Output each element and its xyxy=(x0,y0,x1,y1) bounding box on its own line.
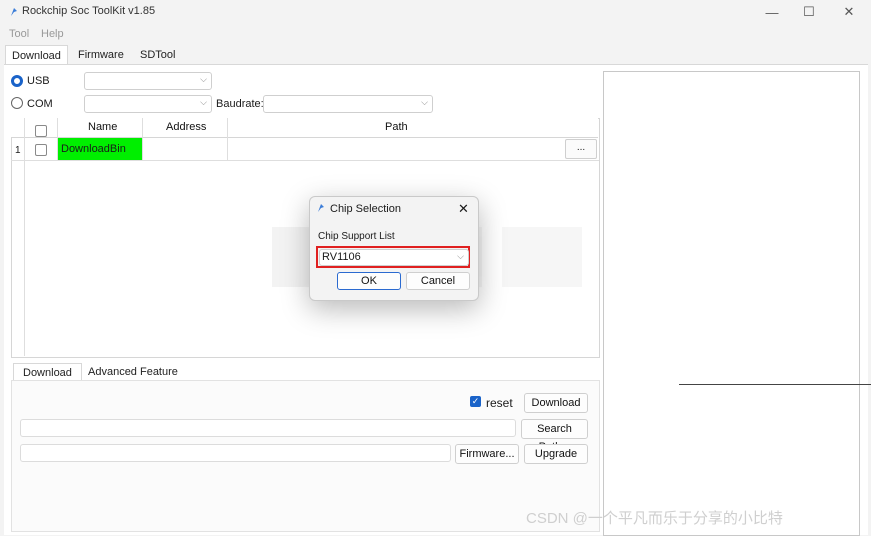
tab-download[interactable]: Download xyxy=(5,45,68,66)
close-button[interactable]: ✕ xyxy=(827,0,871,24)
chip-support-list-label: Chip Support List xyxy=(318,231,395,242)
search-path-field[interactable] xyxy=(20,419,516,437)
column-path: Path xyxy=(385,121,408,133)
tab-sdtool[interactable]: SDTool xyxy=(134,45,181,65)
upgrade-button[interactable]: Upgrade xyxy=(524,444,588,464)
chevron-down-icon: ⌵ xyxy=(421,97,428,107)
usb-radio[interactable] xyxy=(11,75,23,87)
row-index: 1 xyxy=(15,145,21,156)
log-divider-line xyxy=(679,384,871,385)
download-button[interactable]: Download xyxy=(524,393,588,413)
csdn-watermark: CSDN @一个平凡而乐于分享的小比特 xyxy=(526,510,783,527)
com-radio[interactable] xyxy=(11,97,23,109)
chevron-down-icon: ⌵ xyxy=(457,251,464,261)
usb-device-select[interactable]: ⌵ xyxy=(84,72,212,90)
firmware-button[interactable]: Firmware... xyxy=(455,444,519,464)
chip-select[interactable]: RV1106 ⌵ xyxy=(319,249,469,266)
row-divider xyxy=(11,160,599,161)
tab-advanced-feature[interactable]: Advanced Feature xyxy=(79,363,187,381)
window-title: Rockchip Soc ToolKit v1.85 xyxy=(22,5,156,17)
chevron-down-icon: ⌵ xyxy=(200,74,207,84)
cancel-button[interactable]: Cancel xyxy=(406,272,470,290)
table-divider xyxy=(24,118,25,356)
ok-button[interactable]: OK xyxy=(337,272,401,290)
select-all-checkbox[interactable] xyxy=(35,125,47,137)
dialog-title: Chip Selection xyxy=(330,203,401,215)
column-name: Name xyxy=(88,121,118,133)
baudrate-label: Baudrate: xyxy=(216,98,264,110)
usb-label: USB xyxy=(27,75,50,87)
table-divider xyxy=(227,118,228,160)
com-label: COM xyxy=(27,98,53,110)
row-checkbox[interactable] xyxy=(35,144,47,156)
dialog-close-icon[interactable]: ✕ xyxy=(458,201,469,217)
app-icon xyxy=(11,8,17,16)
log-panel xyxy=(603,71,860,536)
app-icon xyxy=(318,204,324,212)
chip-select-value: RV1106 xyxy=(322,251,361,263)
column-address: Address xyxy=(166,121,207,133)
row-name-cell[interactable]: DownloadBin xyxy=(58,138,142,160)
maximize-button[interactable]: ☐ xyxy=(787,0,831,24)
table-divider xyxy=(142,118,143,160)
search-path-button[interactable]: Search Path... xyxy=(521,419,588,453)
chevron-down-icon: ⌵ xyxy=(200,97,207,107)
baudrate-select[interactable]: ⌵ xyxy=(263,95,433,113)
firmware-path-field[interactable] xyxy=(20,444,451,462)
menu-tool[interactable]: Tool xyxy=(9,28,29,40)
tab-firmware[interactable]: Firmware xyxy=(72,45,130,65)
reset-label: reset xyxy=(486,396,513,410)
reset-checkbox[interactable]: ✓ xyxy=(470,396,481,407)
menu-help[interactable]: Help xyxy=(41,28,64,40)
browse-button[interactable]: ... xyxy=(565,139,597,159)
com-port-select[interactable]: ⌵ xyxy=(84,95,212,113)
